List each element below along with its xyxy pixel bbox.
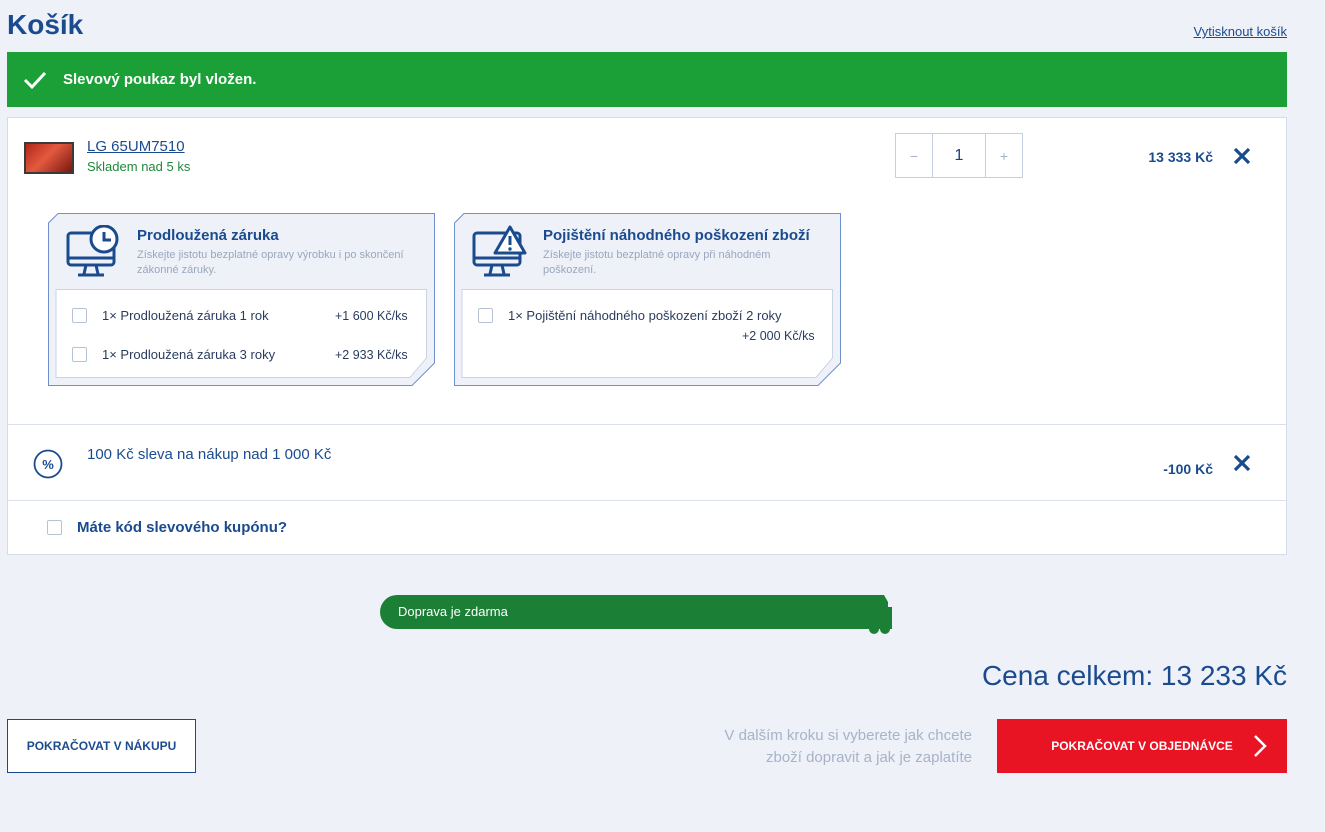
checkbox[interactable] <box>72 347 87 362</box>
option-label: 1× Prodloužená záruka 3 roky <box>102 347 276 362</box>
stock-status: Skladem nad 5 ks <box>87 159 191 174</box>
increase-quantity-button[interactable]: + <box>986 134 1022 177</box>
truck-icon <box>860 595 892 634</box>
insurance-option-2-years[interactable]: 1× Pojištění náhodného poškození zboží 2… <box>478 308 782 323</box>
discount-label: 100 Kč sleva na nákup nad 1 000 Kč <box>87 446 332 463</box>
option-label: 1× Prodloužená záruka 1 rok <box>102 308 269 323</box>
coupon-toggle[interactable]: Máte kód slevového kupónu? <box>47 519 287 536</box>
quantity-input[interactable]: 1 <box>932 134 986 177</box>
free-shipping-progress: Doprava je zdarma <box>380 594 915 634</box>
success-notice: Slevový poukaz byl vložen. <box>7 52 1287 107</box>
extended-warranty-card: Prodloužená záruka Získejte jistotu bezp… <box>48 213 435 386</box>
remove-discount-button[interactable] <box>1230 451 1254 475</box>
service-title: Pojištění náhodného poškození zboží <box>543 227 810 244</box>
divider <box>8 500 1286 501</box>
checkbox[interactable] <box>72 308 87 323</box>
continue-shopping-button[interactable]: POKRAČOVAT V NÁKUPU <box>7 719 196 773</box>
close-icon <box>1233 454 1251 472</box>
continue-order-label: POKRAČOVAT V OBJEDNÁVCE <box>1051 739 1233 753</box>
option-price: +2 000 Kč/ks <box>742 329 815 343</box>
total-price: Cena celkem: 13 233 Kč <box>981 660 1287 691</box>
success-message: Slevový poukaz byl vložen. <box>63 71 257 88</box>
shipping-label: Doprava je zdarma <box>398 604 508 619</box>
service-description: Získejte jistotu bezplatné opravy výrobk… <box>137 249 404 276</box>
remove-product-button[interactable] <box>1230 144 1254 168</box>
service-title: Prodloužená záruka <box>137 227 279 244</box>
product-name-link[interactable]: LG 65UM7510 <box>87 138 185 155</box>
close-icon <box>1233 147 1251 165</box>
coupon-checkbox[interactable] <box>47 520 62 535</box>
percent-icon: % <box>33 449 63 479</box>
page-title: Košík <box>7 9 84 40</box>
option-price: +1 600 Kč/ks <box>335 309 408 323</box>
damage-insurance-card: Pojištění náhodného poškození zboží Získ… <box>454 213 841 386</box>
monitor-clock-icon <box>66 225 119 277</box>
option-price: +2 933 Kč/ks <box>335 348 408 362</box>
print-cart-link[interactable]: Vytisknout košík <box>1194 24 1287 39</box>
cart-panel: LG 65UM7510 Skladem nad 5 ks − 1 + 13 33… <box>7 117 1287 555</box>
checkmark-icon <box>7 70 63 90</box>
warranty-option-3-years[interactable]: 1× Prodloužená záruka 3 roky <box>72 347 275 362</box>
service-description: Získejte jistotu bezplatné opravy při ná… <box>543 249 771 276</box>
divider <box>8 424 1286 425</box>
chevron-right-icon <box>1254 735 1267 757</box>
quantity-stepper: − 1 + <box>895 133 1023 178</box>
product-thumbnail[interactable] <box>24 142 74 174</box>
next-step-hint: V dalším kroku si vyberete jak chcete zb… <box>724 727 972 766</box>
monitor-warning-icon <box>472 225 527 277</box>
option-label: 1× Pojištění náhodného poškození zboží 2… <box>508 308 782 323</box>
continue-order-button[interactable]: POKRAČOVAT V OBJEDNÁVCE <box>997 719 1287 773</box>
svg-text:%: % <box>42 457 54 472</box>
coupon-label: Máte kód slevového kupónu? <box>77 519 288 536</box>
product-price: 13 333 Kč <box>1148 149 1213 165</box>
warranty-option-1-year[interactable]: 1× Prodloužená záruka 1 rok <box>72 308 269 323</box>
checkbox[interactable] <box>478 308 493 323</box>
discount-price: -100 Kč <box>1163 461 1213 477</box>
decrease-quantity-button[interactable]: − <box>896 134 932 177</box>
